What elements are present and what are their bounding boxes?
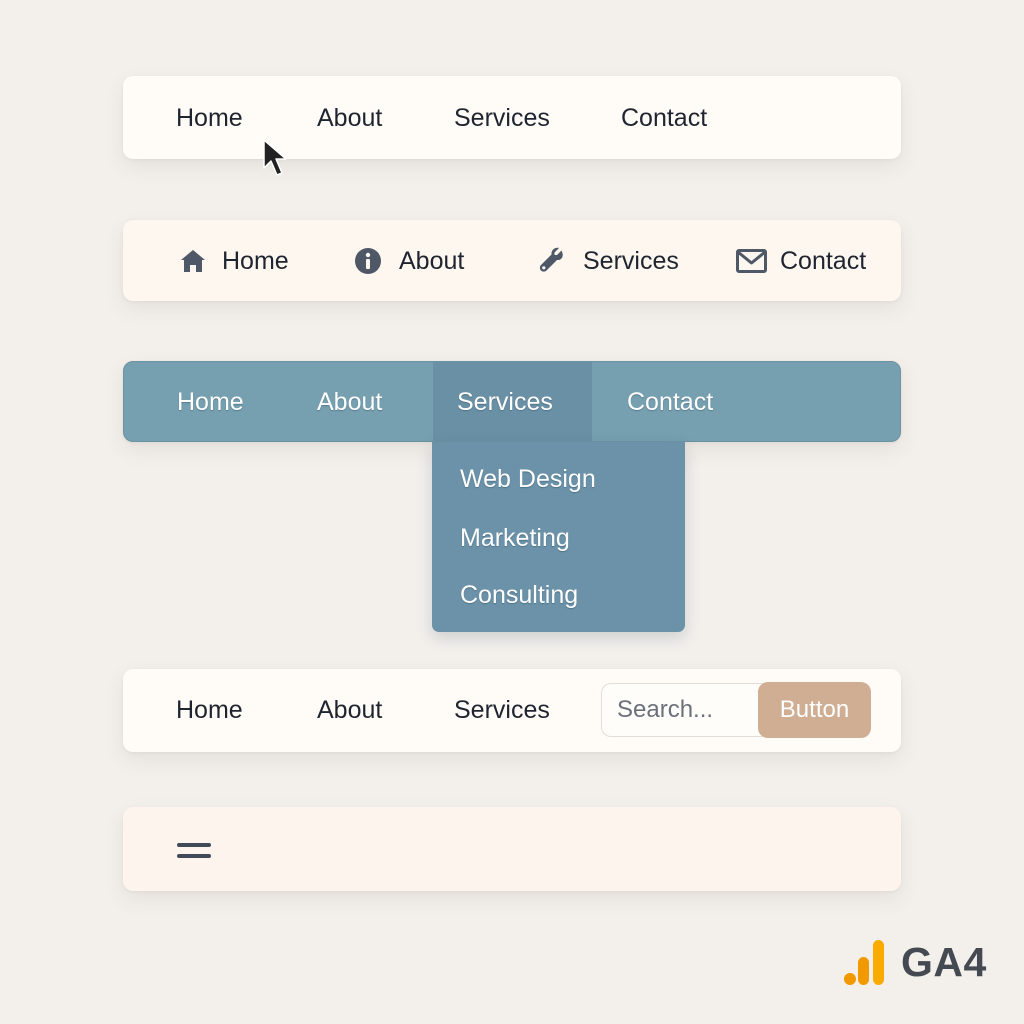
search-button[interactable]: Button <box>758 682 871 738</box>
nav-contact-label: Contact <box>780 247 867 275</box>
nav-about-link[interactable]: About <box>354 246 464 276</box>
nav-services-link[interactable]: Services <box>454 103 550 133</box>
nav-home-label: Home <box>222 247 289 275</box>
nav-about-link[interactable]: About <box>317 695 382 725</box>
nav-contact-link[interactable]: Contact <box>736 246 866 276</box>
mouse-cursor-icon <box>263 139 287 176</box>
ga4-logo: GA4 <box>843 936 987 986</box>
wrench-icon <box>539 247 563 272</box>
nav-about-link[interactable]: About <box>317 103 382 133</box>
nav-home-link[interactable]: Home <box>177 387 244 417</box>
nav-home-link[interactable]: Home <box>176 103 243 133</box>
home-icon <box>181 250 205 272</box>
info-icon <box>355 248 381 274</box>
mail-icon <box>736 249 767 273</box>
hamburger-menu-icon[interactable] <box>177 841 211 861</box>
nav-home-link[interactable]: Home <box>176 695 243 725</box>
nav-services-label: Services <box>583 247 679 275</box>
navbar-plain: Home About Services Contact <box>123 76 901 159</box>
search-input[interactable] <box>601 683 771 737</box>
navbar-dropdown: Home About Services Contact <box>123 361 901 442</box>
navbar-with-icons: Home About Services Contact <box>123 220 901 301</box>
nav-services-link[interactable]: Services <box>537 246 679 276</box>
bar-chart-icon <box>844 940 884 985</box>
nav-services-link-active[interactable]: Services <box>457 387 553 417</box>
navbar-mobile <box>123 807 901 891</box>
nav-about-link[interactable]: About <box>317 387 382 417</box>
dropdown-item-consulting[interactable]: Consulting <box>460 580 578 610</box>
nav-contact-link[interactable]: Contact <box>627 387 713 417</box>
nav-about-label: About <box>399 247 465 275</box>
navbar-search: Home About Services Button <box>123 669 901 752</box>
dropdown-item-marketing[interactable]: Marketing <box>460 523 570 553</box>
nav-services-link[interactable]: Services <box>454 695 550 725</box>
logo-text: GA4 <box>901 939 987 985</box>
nav-contact-link[interactable]: Contact <box>621 103 707 133</box>
nav-home-link[interactable]: Home <box>179 246 289 276</box>
services-dropdown-menu: Web Design Marketing Consulting <box>432 442 685 632</box>
dropdown-item-web-design[interactable]: Web Design <box>460 464 596 494</box>
